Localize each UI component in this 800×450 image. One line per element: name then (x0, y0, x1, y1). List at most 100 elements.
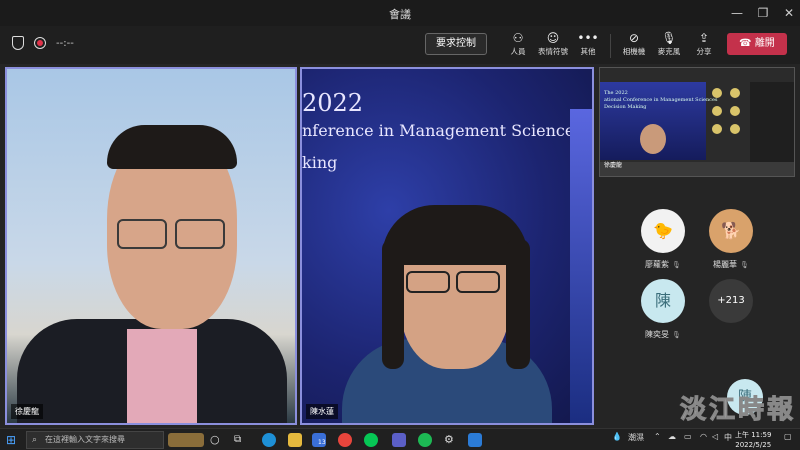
mini-title-line-3: Decision Making (604, 104, 647, 110)
system-clock[interactable]: 上午 11:59 2022/5/25 (735, 430, 771, 450)
spotify-icon[interactable] (418, 433, 432, 447)
glasses-left (406, 271, 450, 293)
more-button[interactable]: ••• 其他 (570, 30, 606, 62)
participant-name: 陳奕旻 🎙 (645, 329, 681, 340)
mini-avatar (730, 124, 740, 134)
slide-year: 2022 (302, 89, 364, 117)
edge-icon[interactable] (262, 433, 276, 447)
watermark: 淡江時報 (679, 395, 796, 426)
volume-icon[interactable]: ◁ (712, 432, 718, 441)
participants-panel: The 2022 ational Conference in Managemen… (597, 67, 800, 425)
close-icon[interactable]: ✕ (780, 4, 798, 22)
recording-icon (34, 37, 46, 49)
cortana-icon[interactable]: ○ (210, 433, 224, 447)
clock-time: 上午 11:59 (735, 431, 772, 439)
camera-label: 相機機 (622, 47, 646, 56)
people-button[interactable]: ⚇ 人員 (500, 30, 536, 62)
phone-icon: ☎ (739, 38, 755, 49)
request-control-button[interactable]: 要求控制 (425, 33, 487, 55)
mic-button[interactable]: 🎙 麥克風 (651, 30, 687, 62)
participant-name: 楊麗華 🎙 (713, 259, 749, 270)
window-title: 會議 (389, 8, 411, 21)
mini-avatar (712, 106, 722, 116)
clock-date: 2022/5/25 (735, 441, 772, 449)
mic-muted-icon: 🎙 (672, 261, 681, 269)
mini-avatar (712, 124, 722, 134)
minimize-icon[interactable]: — (728, 4, 746, 22)
share-label: 分享 (696, 47, 712, 56)
camera-button[interactable]: ⊘ 相機機 (616, 30, 652, 62)
share-button[interactable]: ⇪ 分享 (686, 30, 722, 62)
mini-reaction-bar (600, 162, 794, 176)
file-explorer-icon[interactable] (288, 433, 302, 447)
weather-icon[interactable]: 💧 (612, 432, 622, 441)
network-icon[interactable]: ☁ (668, 432, 676, 441)
avatar[interactable]: 🐤 (641, 209, 685, 253)
mini-slide-title: The 2022 ational Conference in Managemen… (604, 90, 718, 111)
chrome-icon[interactable] (338, 433, 352, 447)
mini-person (640, 124, 666, 154)
mini-participant-grid (708, 82, 748, 162)
participant-name-badge: 徐慶龍 (11, 404, 43, 419)
maximize-icon[interactable]: ❐ (754, 4, 772, 22)
shield-icon (12, 36, 24, 50)
slide-line-2: king (302, 153, 338, 172)
mini-title-line-2: ational Conference in Management Science… (604, 97, 718, 103)
mic-muted-icon: 🎙 (672, 331, 681, 339)
participant-name-text: 楊麗華 (713, 260, 737, 269)
photos-icon[interactable] (468, 433, 482, 447)
leave-label: 離開 (754, 38, 775, 49)
mini-participant-list (750, 82, 794, 162)
video-tile-2[interactable]: 2022 nference in Management Sciences kin… (300, 67, 594, 425)
more-icon: ••• (577, 31, 599, 45)
teams-icon[interactable] (392, 433, 406, 447)
mail-badge: 13 (318, 439, 326, 446)
task-view-icon[interactable]: ⧉ (234, 433, 248, 447)
shared-screen-thumbnail[interactable]: The 2022 ational Conference in Managemen… (599, 67, 795, 177)
reactions-button[interactable]: ☺ 表情符號 (535, 30, 571, 62)
mic-label: 麥克風 (657, 47, 681, 56)
glasses-right (456, 271, 500, 293)
reactions-label: 表情符號 (538, 47, 568, 56)
avatar[interactable]: 陳 (641, 279, 685, 323)
people-icon: ⚇ (512, 31, 524, 45)
glasses-left (117, 219, 167, 249)
more-participants-button[interactable]: +213 (709, 279, 753, 323)
cartoon-avatar-icon: 🐤 (653, 221, 673, 240)
toolbar-divider (610, 34, 611, 58)
notification-icon[interactable]: ▢ (784, 432, 792, 441)
hair-left (382, 239, 404, 369)
mini-avatar (712, 88, 722, 98)
battery-icon[interactable]: ▭ (684, 432, 692, 441)
taskbar: ⊞ ⌕ 在這裡輸入文字來搜尋 ○ ⧉ 13 ⚙ 💧 潮濕 ⌃ ☁ ▭ ◠ ◁ 中… (0, 428, 800, 450)
settings-gear-icon[interactable]: ⚙ (444, 433, 458, 447)
hair-right (506, 239, 530, 369)
wifi-icon[interactable]: ◠ (700, 432, 707, 441)
share-icon: ⇪ (698, 31, 710, 45)
title-bar: 會議 — ❐ ✕ (0, 0, 800, 26)
glasses-right (175, 219, 225, 249)
hair-shape (107, 125, 237, 169)
avatar[interactable]: 🐕 (709, 209, 753, 253)
mail-icon[interactable]: 13 (312, 433, 326, 447)
mini-avatar (730, 106, 740, 116)
dog-avatar-icon: 🐕 (721, 221, 741, 240)
line-icon[interactable] (364, 433, 378, 447)
meeting-stage: 徐慶龍 2022 nference in Management Sciences… (0, 64, 800, 428)
windows-start-icon[interactable]: ⊞ (6, 433, 20, 447)
chevron-up-icon[interactable]: ⌃ (654, 432, 661, 441)
news-widget-icon[interactable] (168, 433, 204, 447)
reactions-icon: ☺ (546, 31, 560, 45)
video-tile-1[interactable]: 徐慶龍 (5, 67, 297, 425)
mic-muted-icon: 🎙 (740, 261, 749, 269)
people-label: 人員 (510, 47, 526, 56)
meeting-timer: --:-- (56, 37, 74, 49)
meeting-toolbar: --:-- 要求控制 ⚇ 人員 ☺ 表情符號 ••• 其他 ⊘ 相機機 🎙 麥克… (0, 26, 800, 64)
input-language[interactable]: 中 (724, 432, 732, 443)
taskbar-search[interactable]: ⌕ 在這裡輸入文字來搜尋 (26, 431, 164, 449)
participant-name: 廖蘿紫 🎙 (645, 259, 681, 270)
participant-name-text: 廖蘿紫 (645, 260, 669, 269)
weather-label: 潮濕 (628, 433, 644, 442)
leave-button[interactable]: ☎ 離開 (727, 33, 787, 55)
search-icon: ⌕ (32, 435, 38, 445)
